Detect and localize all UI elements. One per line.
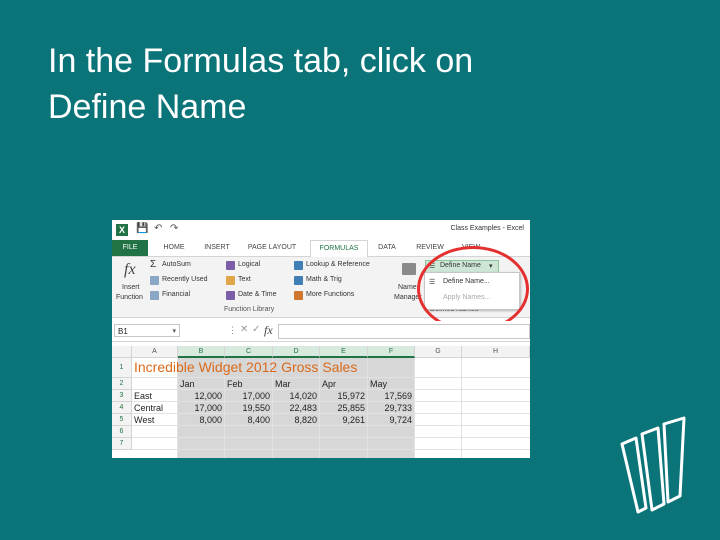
calendar-icon (226, 291, 235, 300)
name-manager-label-1: Name (398, 284, 417, 291)
cell-value[interactable]: 25,855 (320, 402, 365, 414)
name-manager-icon (402, 263, 416, 275)
cell-month[interactable]: Apr (322, 378, 336, 390)
cell-value[interactable]: 8,820 (273, 414, 317, 426)
financial-icon (150, 291, 159, 300)
cell-value[interactable]: 8,400 (225, 414, 270, 426)
more-functions-icon (294, 291, 303, 300)
cell-value[interactable]: 15,972 (320, 390, 365, 402)
cell-region[interactable]: East (134, 390, 152, 402)
cell-value[interactable]: 17,000 (178, 402, 222, 414)
cell-value[interactable]: 9,261 (320, 414, 365, 426)
text-icon (226, 276, 235, 285)
row-header-1[interactable]: 1 (112, 358, 132, 378)
gridline (132, 437, 530, 438)
gridline (414, 358, 415, 458)
cell-month[interactable]: May (370, 378, 387, 390)
enter-icon[interactable]: ✓ (252, 324, 260, 335)
logical-icon (226, 261, 235, 270)
logo-icon (620, 416, 686, 514)
slide-title: In the Formulas tab, click on Define Nam… (48, 38, 668, 130)
cell-value[interactable]: 9,724 (368, 414, 412, 426)
save-icon[interactable]: 💾 (136, 223, 148, 234)
cell-value[interactable]: 17,569 (368, 390, 412, 402)
text-label: Text (238, 276, 251, 283)
tab-file[interactable]: FILE (112, 240, 148, 256)
column-header-a[interactable]: A (132, 346, 178, 358)
redo-icon[interactable]: ↷ (170, 223, 178, 234)
cell-month[interactable]: Feb (227, 378, 243, 390)
star-icon (150, 276, 159, 285)
select-all-corner[interactable] (112, 346, 132, 358)
row-header-6[interactable]: 6 (112, 426, 132, 438)
excel-app-icon: X (116, 224, 128, 236)
cell-region[interactable]: West (134, 414, 154, 426)
slide-title-line2: Define Name (48, 88, 247, 126)
gridline (132, 449, 530, 450)
fx-icon[interactable]: fx (264, 323, 273, 338)
tab-page-layout[interactable]: PAGE LAYOUT (240, 240, 304, 256)
column-header-b[interactable]: B (178, 346, 225, 358)
row-header-7[interactable]: 7 (112, 438, 132, 450)
column-header-f[interactable]: F (368, 346, 415, 358)
column-header-e[interactable]: E (320, 346, 368, 358)
title-bar: X 💾 ↶ ↷ Class Examples - Excel (112, 220, 530, 240)
cell-value[interactable]: 17,000 (225, 390, 270, 402)
cell-value[interactable]: 14,020 (273, 390, 317, 402)
row-header-3[interactable]: 3 (112, 390, 132, 402)
formula-bar: B1 ▾ ⋮ ✕ ✓ fx (112, 321, 530, 342)
math-icon (294, 276, 303, 285)
cell-month[interactable]: Jan (180, 378, 195, 390)
autosum-label: AutoSum (162, 261, 191, 268)
row-header-4[interactable]: 4 (112, 402, 132, 414)
logical-label: Logical (238, 261, 261, 268)
cell-region[interactable]: Central (134, 402, 163, 414)
name-box[interactable]: B1 ▾ (114, 324, 180, 337)
tab-data[interactable]: DATA (372, 240, 402, 256)
cell-month[interactable]: Mar (275, 378, 291, 390)
tab-insert[interactable]: INSERT (198, 240, 236, 256)
column-header-d[interactable]: D (273, 346, 320, 358)
formula-input[interactable] (278, 324, 530, 339)
insert-function-label-2: Function (116, 294, 143, 301)
row-header-2[interactable]: 2 (112, 378, 132, 390)
cell-value[interactable]: 29,733 (368, 402, 412, 414)
cell-value[interactable]: 12,000 (178, 390, 222, 402)
insert-function-icon: fx (124, 261, 136, 278)
column-header-h[interactable]: H (462, 346, 530, 358)
excel-screenshot: X 💾 ↶ ↷ Class Examples - Excel FILE HOME… (112, 220, 530, 458)
highlight-circle (417, 246, 529, 332)
date-time-label: Date & Time (238, 291, 277, 298)
insert-function-label-1: Insert (122, 284, 140, 291)
function-library-group-label: Function Library (224, 306, 275, 313)
lookup-icon (294, 261, 303, 270)
worksheet-grid[interactable]: A B C D E F G H 1 2 3 4 5 6 7 Incredible… (112, 346, 530, 458)
cell-value[interactable]: 19,550 (225, 402, 270, 414)
more-icon: ⋮ (228, 325, 237, 335)
recently-used-label: Recently Used (162, 276, 208, 283)
undo-icon[interactable]: ↶ (154, 223, 162, 234)
cell-value[interactable]: 8,000 (178, 414, 222, 426)
cell-a1-title[interactable]: Incredible Widget 2012 Gross Sales (134, 358, 357, 376)
lookup-label: Lookup & Reference (306, 261, 370, 268)
sigma-icon: Σ (150, 259, 157, 270)
name-box-value: B1 (118, 327, 128, 336)
chevron-down-icon: ▾ (172, 328, 176, 335)
column-header-c[interactable]: C (225, 346, 273, 358)
cell-value[interactable]: 22,483 (273, 402, 317, 414)
column-header-g[interactable]: G (415, 346, 462, 358)
tab-home[interactable]: HOME (152, 240, 196, 256)
cancel-icon[interactable]: ✕ (240, 324, 248, 335)
math-label: Math & Trig (306, 276, 342, 283)
tab-formulas[interactable]: FORMULAS (310, 240, 368, 258)
slide-title-line1: In the Formulas tab, click on (48, 42, 474, 80)
window-title: Class Examples - Excel (450, 225, 524, 232)
gridline (461, 358, 462, 458)
more-functions-label: More Functions (306, 291, 355, 298)
financial-label: Financial (162, 291, 191, 298)
row-header-5[interactable]: 5 (112, 414, 132, 426)
